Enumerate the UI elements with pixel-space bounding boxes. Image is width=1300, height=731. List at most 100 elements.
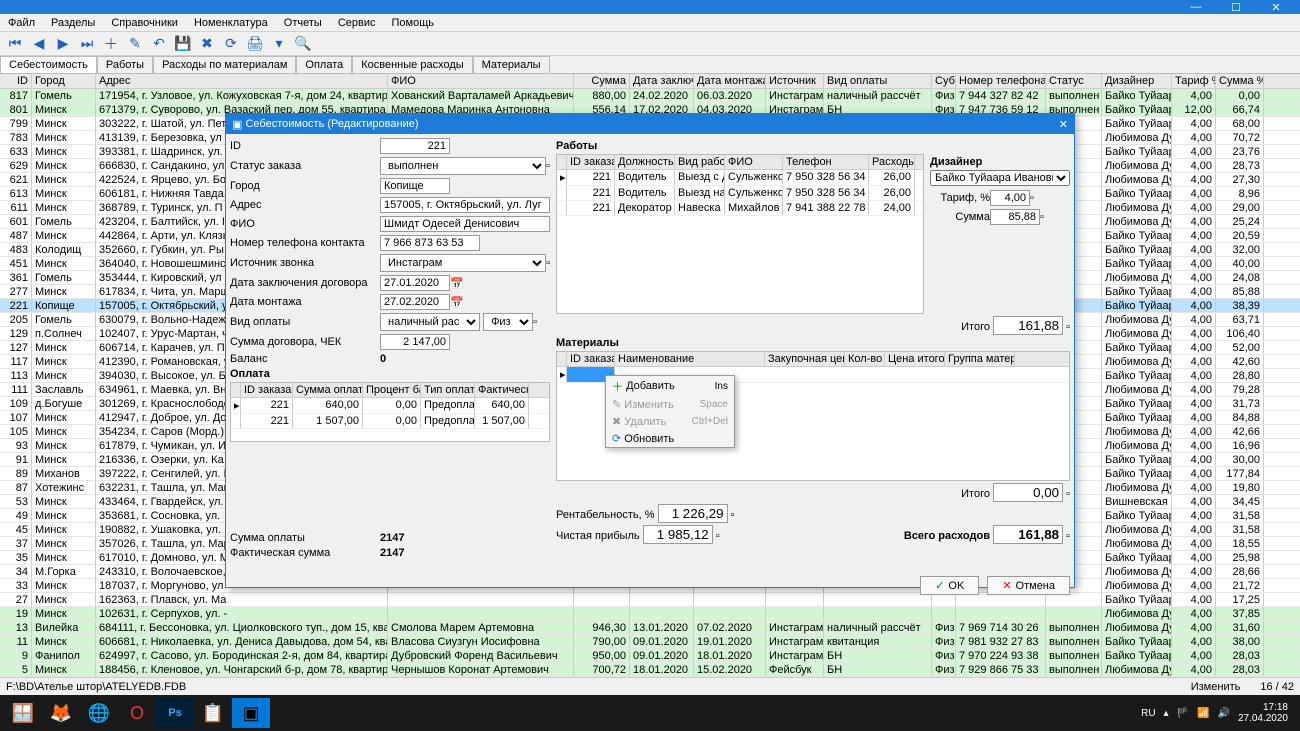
- ok-button[interactable]: OK: [920, 576, 979, 595]
- fld-d2[interactable]: [380, 294, 450, 310]
- tray-clock[interactable]: 17:1827.04.2020: [1238, 702, 1288, 724]
- fld-sum[interactable]: [380, 334, 450, 350]
- wc3[interactable]: Вид работ: [675, 155, 725, 169]
- tray-lang[interactable]: RU: [1141, 708, 1155, 719]
- fld-src[interactable]: Инстаграм: [380, 254, 546, 272]
- tab-0[interactable]: Себестоимость: [0, 56, 97, 73]
- window-max[interactable]: ☐: [1216, 1, 1256, 14]
- oc2[interactable]: Сумма оплаты: [293, 383, 363, 397]
- col-city[interactable]: Город: [32, 74, 96, 88]
- menu-Сервис[interactable]: Сервис: [330, 17, 384, 29]
- fld-city[interactable]: [380, 178, 450, 194]
- pay-btn[interactable]: ▫: [533, 316, 537, 328]
- opl-row[interactable]: 2211 507,000,00Предоплат1 507,00: [231, 414, 549, 429]
- cal2-icon[interactable]: 📅: [450, 296, 464, 309]
- mc4[interactable]: Кол-во: [845, 352, 885, 366]
- tray-net-icon[interactable]: 📶: [1197, 708, 1209, 719]
- fld-fio[interactable]: [380, 216, 550, 232]
- table-row[interactable]: 817Гомель171954, г. Узловое, ул. Кожухов…: [0, 89, 1300, 103]
- add-icon[interactable]: ＋: [102, 35, 120, 53]
- refresh-icon[interactable]: ⟳: [222, 35, 240, 53]
- col-sub[interactable]: Суб: [932, 74, 956, 88]
- menu-Разделы[interactable]: Разделы: [43, 17, 103, 29]
- table-row[interactable]: 19Минск102631, г. Серпухов, ул. -Любимов…: [0, 607, 1300, 621]
- app2-icon[interactable]: ▣: [232, 698, 270, 728]
- col-fio[interactable]: ФИО: [388, 74, 574, 88]
- mc5[interactable]: Цена итого: [885, 352, 945, 366]
- src-btn[interactable]: ▫: [546, 257, 550, 269]
- find-icon[interactable]: 🔍: [294, 35, 312, 53]
- cancel-button[interactable]: Отмена: [987, 576, 1070, 595]
- nav-first-icon[interactable]: ⏮: [6, 35, 24, 53]
- fld-status[interactable]: выполнен: [380, 157, 546, 175]
- col-des[interactable]: Дизайнер: [1102, 74, 1172, 88]
- col-sp[interactable]: Сумма %: [1216, 74, 1264, 88]
- mc2[interactable]: Наименование: [615, 352, 765, 366]
- start-icon[interactable]: 🪟: [4, 698, 42, 728]
- work-row[interactable]: ▸221ВодительВыезд с дСульженко7 950 328 …: [557, 170, 923, 186]
- fld-d1[interactable]: [380, 275, 450, 291]
- window-min[interactable]: —: [1176, 1, 1216, 13]
- nav-prev-icon[interactable]: ◀: [30, 35, 48, 53]
- oc1[interactable]: ID заказа: [241, 383, 293, 397]
- menu-Отчеты[interactable]: Отчеты: [276, 17, 330, 29]
- col-src[interactable]: Источник: [766, 74, 824, 88]
- tab-2[interactable]: Расходы по материалам: [153, 56, 296, 73]
- work-row[interactable]: 221ДекораторНавеска ЕМихайлов Са7 941 38…: [557, 201, 923, 216]
- col-id[interactable]: ID: [0, 74, 32, 88]
- fld-wsum[interactable]: [990, 209, 1040, 225]
- fld-id[interactable]: [380, 138, 450, 154]
- wc1[interactable]: ID заказа: [567, 155, 615, 169]
- tray-flag-icon[interactable]: 🏴: [1177, 708, 1189, 719]
- col-phone[interactable]: Номер телефона: [956, 74, 1046, 88]
- wc4[interactable]: ФИО: [725, 155, 783, 169]
- col-d1[interactable]: Дата заключ: [630, 74, 694, 88]
- save-icon[interactable]: 💾: [174, 35, 192, 53]
- mc3[interactable]: Закупочная цена: [765, 352, 845, 366]
- ctx-add[interactable]: ＋ ДобавитьIns: [606, 376, 734, 396]
- menu-Номенклатура[interactable]: Номенклатура: [186, 17, 276, 29]
- work-row[interactable]: 221ВодительВыезд наСульженко7 950 328 56…: [557, 186, 923, 201]
- fld-tarif[interactable]: [990, 190, 1030, 206]
- print-icon[interactable]: 🖨: [246, 35, 264, 53]
- cal1-icon[interactable]: 📅: [450, 277, 464, 290]
- col-addr[interactable]: Адрес: [96, 74, 388, 88]
- tray-vol-icon[interactable]: 🔊: [1217, 708, 1229, 719]
- mc6[interactable]: Группа матери: [945, 352, 1015, 366]
- oc5[interactable]: Фактическ: [475, 383, 529, 397]
- col-stat[interactable]: Статус: [1046, 74, 1102, 88]
- menu-Помощь[interactable]: Помощь: [383, 17, 442, 29]
- opera-icon[interactable]: O: [118, 698, 156, 728]
- table-row[interactable]: 5Минск188456, г. Кленовое, ул. Чонгарски…: [0, 663, 1300, 677]
- oc3[interactable]: Процент ба: [363, 383, 421, 397]
- fld-designer[interactable]: Байко Туйаара Ивановн: [930, 170, 1070, 186]
- fld-phone[interactable]: [380, 235, 480, 251]
- col-d2[interactable]: Дата монтажа: [694, 74, 766, 88]
- menu-Справочники[interactable]: Справочники: [103, 17, 186, 29]
- col-pay[interactable]: Вид оплаты: [824, 74, 932, 88]
- tab-4[interactable]: Косвенные расходы: [352, 56, 472, 73]
- nav-next-icon[interactable]: ▶: [54, 35, 72, 53]
- wc6[interactable]: Расходы: [869, 155, 915, 169]
- tab-5[interactable]: Материалы: [473, 56, 550, 73]
- chrome-icon[interactable]: 🌐: [80, 698, 118, 728]
- menu-Файл[interactable]: Файл: [0, 17, 43, 29]
- undo-icon[interactable]: ↶: [150, 35, 168, 53]
- dialog-close-icon[interactable]: ✕: [1059, 118, 1068, 131]
- table-row[interactable]: 13Вилейка684111, г. Бессоновка, ул. Циол…: [0, 621, 1300, 635]
- wc2[interactable]: Должность: [615, 155, 675, 169]
- edit-icon[interactable]: ✎: [126, 35, 144, 53]
- wc5[interactable]: Телефон: [783, 155, 869, 169]
- opl-row[interactable]: ▸221640,000,00Предоплат640,00: [231, 398, 549, 414]
- fld-sub[interactable]: Физ: [483, 313, 533, 331]
- window-close[interactable]: ✕: [1256, 1, 1296, 14]
- app1-icon[interactable]: 📋: [194, 698, 232, 728]
- tray-up-icon[interactable]: ▴: [1164, 708, 1169, 719]
- status-btn[interactable]: ▫: [546, 160, 550, 172]
- delete-icon[interactable]: ✖: [198, 35, 216, 53]
- ps-icon[interactable]: Ps: [156, 698, 194, 728]
- filter-icon[interactable]: ▾: [270, 35, 288, 53]
- oc4[interactable]: Тип оплат: [421, 383, 475, 397]
- table-row[interactable]: 11Минск606681, г. Николаевка, ул. Дениса…: [0, 635, 1300, 649]
- table-row[interactable]: 9Фанипол624997, г. Сасово, ул. Бородинск…: [0, 649, 1300, 663]
